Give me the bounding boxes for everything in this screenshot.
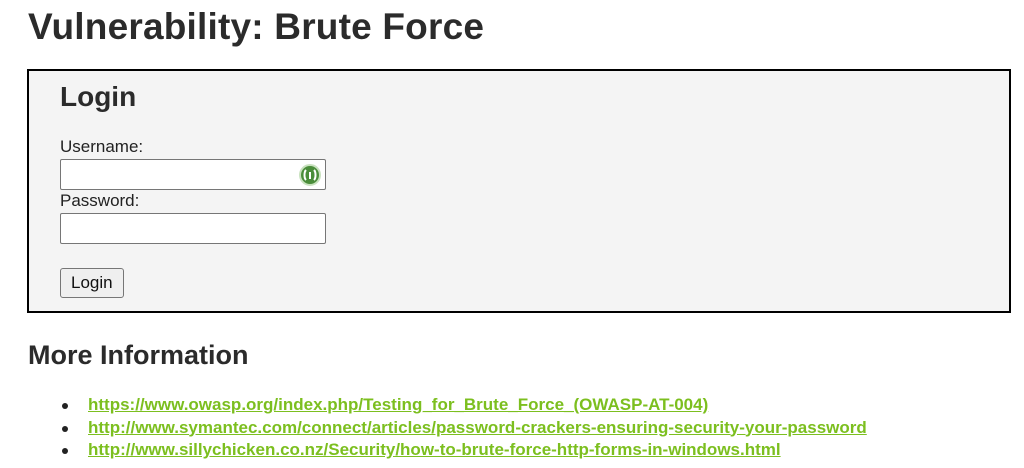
page-title: Vulnerability: Brute Force bbox=[28, 6, 485, 47]
login-form-box: Login Username: Password: Login bbox=[27, 69, 1011, 313]
link-owasp-brute-force[interactable]: https://www.owasp.org/index.php/Testing_… bbox=[88, 395, 708, 414]
password-input[interactable] bbox=[60, 213, 326, 244]
login-heading: Login bbox=[60, 81, 137, 112]
bullet-icon bbox=[62, 448, 68, 454]
bullet-icon bbox=[62, 403, 68, 409]
username-label: Username: bbox=[60, 137, 144, 156]
password-manager-icon[interactable] bbox=[299, 164, 321, 186]
bullet-icon bbox=[62, 425, 68, 432]
username-input[interactable] bbox=[60, 159, 326, 190]
more-information-heading: More Information bbox=[28, 340, 249, 370]
login-button[interactable]: Login bbox=[60, 268, 124, 298]
password-label: Password: bbox=[60, 191, 140, 210]
list-item: http://www.sillychicken.co.nz/Security/h… bbox=[60, 439, 867, 462]
link-sillychicken-brute-force[interactable]: http://www.sillychicken.co.nz/Security/h… bbox=[88, 440, 781, 459]
more-information-links: https://www.owasp.org/index.php/Testing_… bbox=[60, 394, 867, 462]
list-item: https://www.owasp.org/index.php/Testing_… bbox=[60, 394, 867, 417]
list-item: http://www.symantec.com/connect/articles… bbox=[60, 417, 867, 440]
link-symantec-password-crackers[interactable]: http://www.symantec.com/connect/articles… bbox=[88, 418, 867, 437]
